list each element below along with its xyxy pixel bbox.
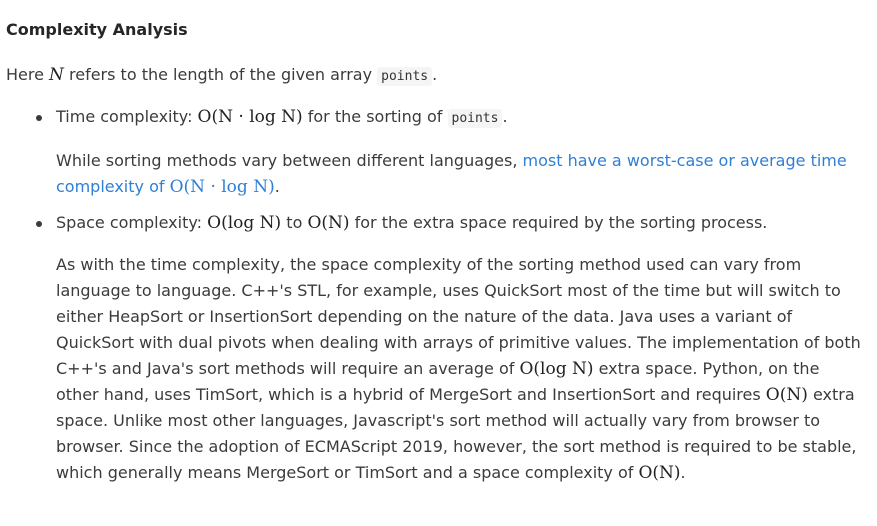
space-suffix: for the extra space required by the sort… — [349, 213, 768, 232]
space-to: to — [281, 213, 308, 232]
intro-middle: refers to the length of the given array — [63, 65, 378, 84]
space-detail-math-3: O(N) — [638, 463, 681, 483]
time-middle: for the sorting of — [302, 107, 448, 126]
time-complexity-line: Time complexity: O(N · log N) for the so… — [56, 104, 865, 132]
space-detail-part-4: . — [680, 463, 686, 482]
intro-variable-n: N — [49, 65, 64, 85]
space-complexity-line: Space complexity: O(log N) to O(N) for t… — [56, 210, 865, 236]
time-detail-paragraph: While sorting methods vary between diffe… — [56, 148, 865, 200]
time-suffix: . — [502, 107, 508, 126]
space-complexity-item: Space complexity: O(log N) to O(N) for t… — [36, 210, 865, 486]
section-heading: Complexity Analysis — [6, 20, 188, 39]
space-detail-math-1: O(log N) — [519, 359, 594, 379]
time-complexity-item: Time complexity: O(N · log N) for the so… — [36, 104, 865, 200]
space-math-a: O(log N) — [207, 213, 282, 233]
bullet-icon — [36, 221, 42, 227]
space-math-b: O(N) — [307, 213, 350, 233]
intro-paragraph: Here N refers to the length of the given… — [6, 62, 865, 90]
time-label: Time complexity: — [56, 107, 198, 126]
intro-prefix: Here — [6, 65, 50, 84]
space-detail-paragraph: As with the time complexity, the space c… — [56, 252, 865, 486]
time-link-math: O(N · log N) — [169, 177, 275, 197]
intro-suffix: . — [432, 65, 438, 84]
time-detail-prefix: While sorting methods vary between diffe… — [56, 151, 523, 170]
article-body: Complexity Analysis Here N refers to the… — [0, 0, 877, 526]
space-detail-math-2: O(N) — [765, 385, 808, 405]
time-math: O(N · log N) — [197, 107, 303, 127]
time-code-points: points — [447, 109, 503, 128]
space-label: Space complexity: — [56, 213, 208, 232]
bullet-icon — [36, 115, 42, 121]
intro-code-points: points — [377, 67, 433, 86]
time-detail-suffix: . — [274, 177, 280, 196]
complexity-list: Time complexity: O(N · log N) for the so… — [6, 104, 865, 486]
